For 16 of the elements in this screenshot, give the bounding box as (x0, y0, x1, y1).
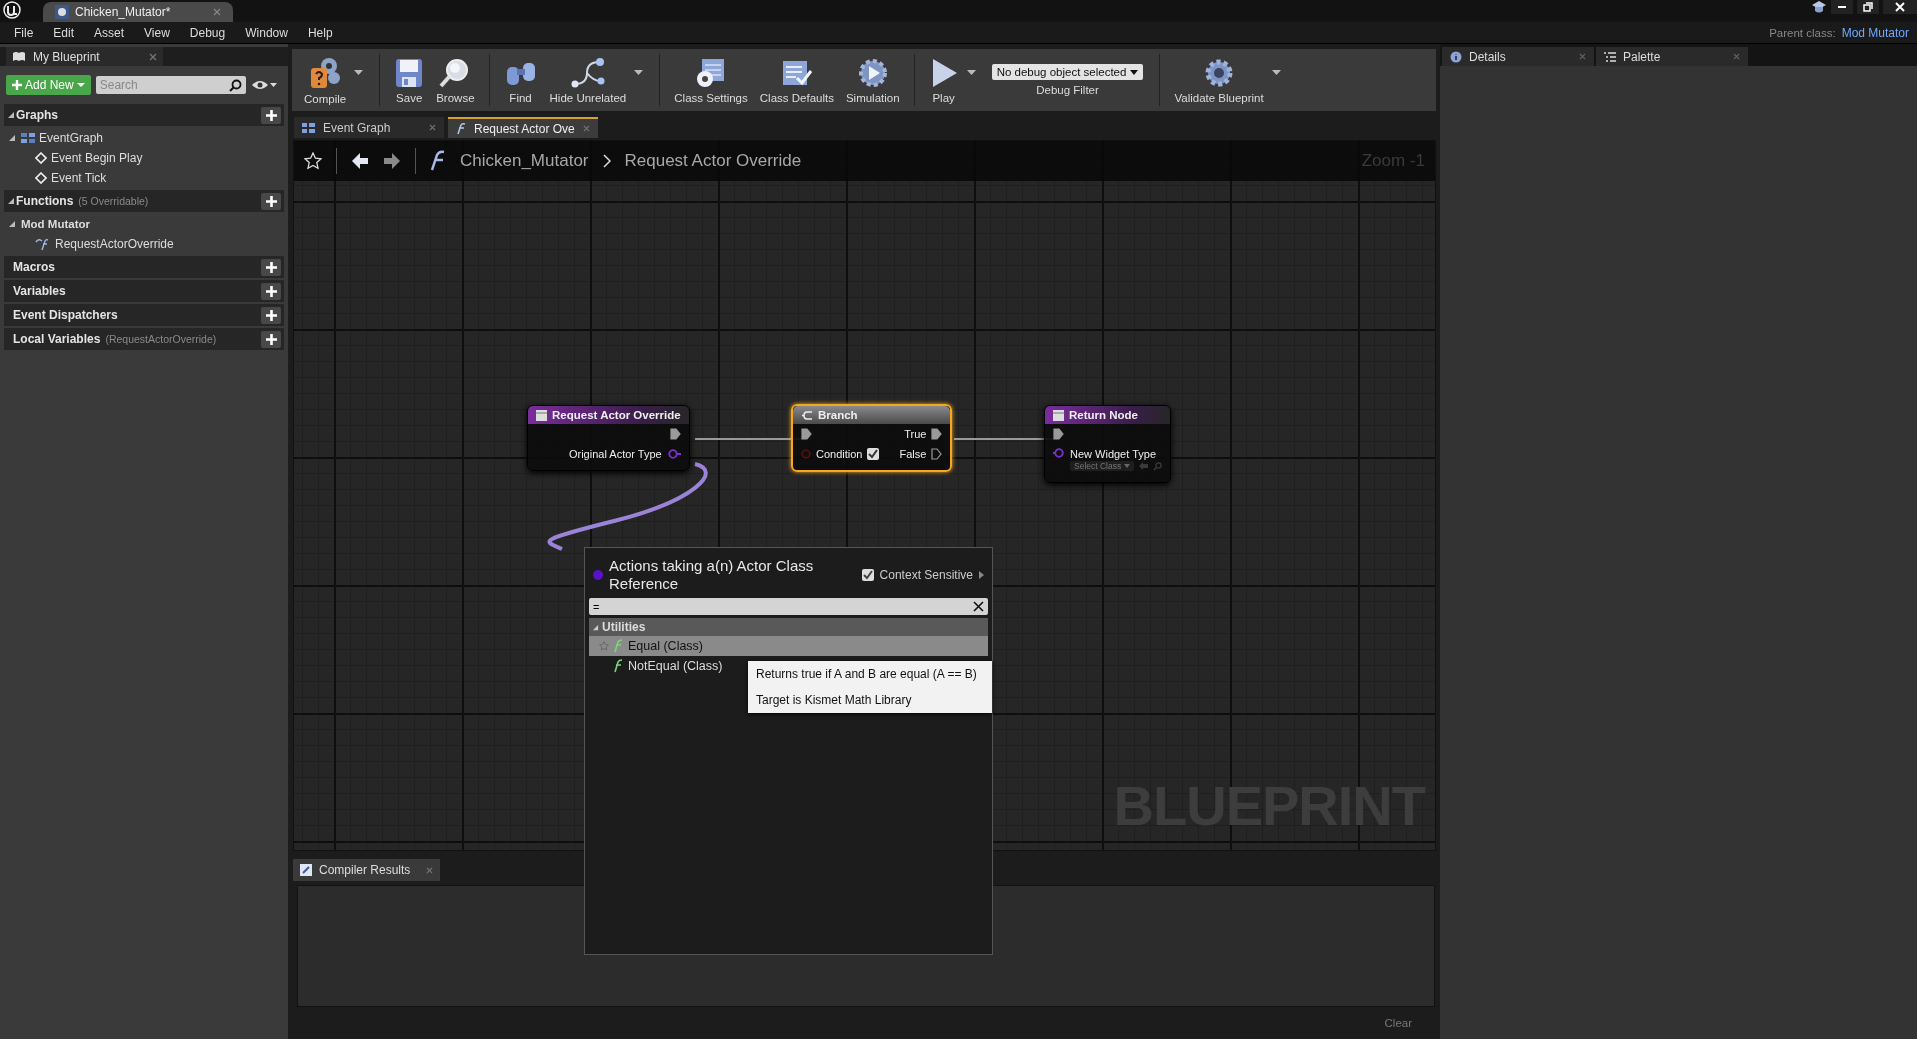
context-sensitive-label: Context Sensitive (879, 568, 973, 582)
node-title: Branch (818, 409, 858, 421)
menu-title: Actions taking a(n) Actor Class Reference (609, 557, 815, 593)
section-note: (5 Overridable) (78, 195, 149, 207)
debug-filter-label: Debug Filter (1036, 84, 1099, 96)
pin-label: New Widget Type (1070, 448, 1157, 460)
parent-class-label: Parent class: (1769, 26, 1836, 39)
pin-label: Original Actor Type (568, 448, 662, 460)
tooltip-line: Returns true if A and B are equal (A == B) (756, 667, 978, 681)
pin-label: False (899, 448, 927, 460)
section-note: (RequestActorOverride) (105, 333, 217, 345)
pin-label: Condition (816, 448, 863, 460)
node-title: Return Node (1069, 409, 1138, 421)
tooltip-line: Target is Kismet Math Library (756, 693, 913, 707)
pin-label: True (904, 428, 927, 440)
node-title: Request Actor Override (552, 409, 681, 421)
